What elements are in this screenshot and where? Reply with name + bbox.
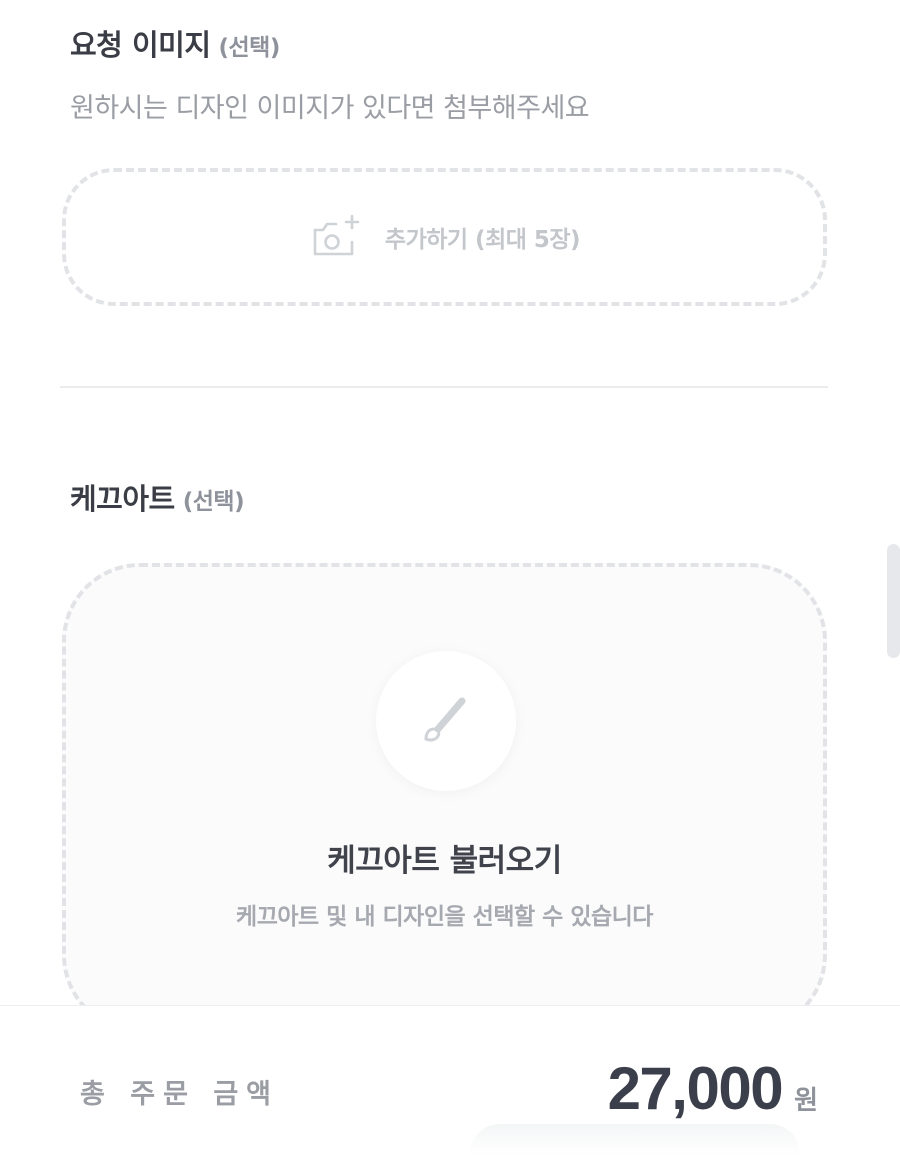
request-image-heading: 요청 이미지 (선택) <box>70 22 280 64</box>
scrollbar-thumb[interactable] <box>887 544 900 658</box>
optional-tag: (선택) <box>218 35 281 61</box>
amount-value: 27,000 <box>607 1055 784 1122</box>
paintbrush-icon <box>416 689 476 753</box>
section-divider <box>60 386 828 388</box>
brush-icon-circle <box>376 651 516 791</box>
order-form-page: 요청 이미지 (선택) 원하시는 디자인 이미지가 있다면 첨부해주세요 추가하기… <box>0 0 900 1155</box>
total-order-label: 총 주문 금액 <box>80 1079 279 1110</box>
add-image-label: 추가하기 (최대 5장) <box>384 227 581 253</box>
cake-art-heading: 케끄아트 (선택) <box>70 476 245 518</box>
add-image-content: 추가하기 (최대 5장) <box>309 212 581 262</box>
add-image-button[interactable]: 추가하기 (최대 5장) <box>62 168 827 306</box>
bottom-button-edge <box>470 1124 800 1155</box>
request-image-title: 요청 이미지 <box>70 28 211 62</box>
camera-add-icon <box>309 212 361 262</box>
cake-art-title: 케끄아트 <box>70 482 175 516</box>
currency-unit: 원 <box>794 1086 818 1116</box>
request-image-hint: 원하시는 디자인 이미지가 있다면 첨부해주세요 <box>70 93 590 124</box>
load-cake-art-title: 케끄아트 불러오기 <box>327 843 562 879</box>
optional-tag: (선택) <box>182 489 245 515</box>
total-order-amount: 27,000 원 <box>608 1054 818 1123</box>
load-cake-art-button[interactable]: 케끄아트 불러오기 케끄아트 및 내 디자인을 선택할 수 있습니다 <box>62 563 827 1033</box>
load-cake-art-description: 케끄아트 및 내 디자인을 선택할 수 있습니다 <box>236 904 653 930</box>
